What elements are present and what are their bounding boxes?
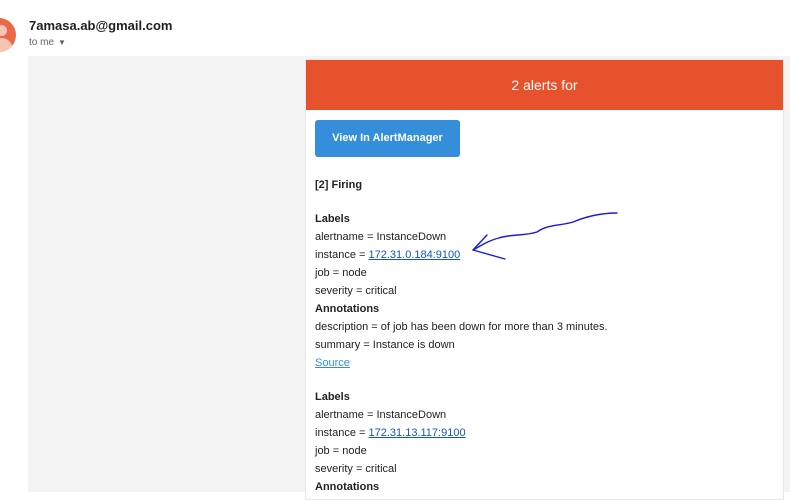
annotations-heading: Annotations (315, 303, 380, 315)
firing-title: [2] Firing (315, 179, 363, 191)
job-label: job = node (315, 445, 367, 457)
source-link[interactable]: Source (315, 357, 350, 369)
alertname-label: alertname = InstanceDown (315, 231, 447, 243)
severity-label: severity = critical (315, 285, 397, 297)
labels-heading: Labels (315, 391, 350, 403)
recipient-label: to me (29, 37, 55, 48)
summary-annotation: summary = Instance is down (315, 339, 455, 351)
alert-email-card: 2 alerts for View In AlertManager [2] Fi… (305, 59, 784, 500)
description-annotation: description = of job has been down for m… (315, 321, 608, 333)
severity-label: severity = critical (315, 463, 397, 475)
instance-label: instance = 172.31.0.184:9100 (315, 246, 783, 264)
labels-heading: Labels (315, 213, 350, 225)
alert-block-2: Labels alertname = InstanceDown instance… (315, 388, 783, 496)
instance-label: instance = 172.31.13.117:9100 (315, 424, 783, 442)
banner-title: 2 alerts for (511, 77, 578, 93)
instance-prefix: instance = (315, 427, 369, 439)
recipient-dropdown[interactable]: to me ▼ (29, 37, 66, 48)
alert-content: View In AlertManager [2] Firing Labels a… (306, 110, 783, 496)
job-label: job = node (315, 267, 367, 279)
alert-block-1: Labels alertname = InstanceDown instance… (315, 210, 783, 372)
avatar-person-icon-head (0, 25, 7, 36)
alert-banner: 2 alerts for (306, 60, 783, 110)
avatar-person-icon-body (0, 38, 12, 52)
instance-prefix: instance = (315, 249, 369, 261)
instance-link[interactable]: 172.31.0.184:9100 (369, 249, 461, 261)
view-in-alertmanager-button[interactable]: View In AlertManager (315, 120, 460, 157)
annotations-heading: Annotations (315, 481, 380, 493)
avatar[interactable] (0, 18, 16, 52)
sender-email[interactable]: 7amasa.ab@gmail.com (29, 18, 172, 33)
alertname-label: alertname = InstanceDown (315, 409, 447, 421)
caret-down-icon: ▼ (58, 38, 66, 47)
instance-link[interactable]: 172.31.13.117:9100 (369, 427, 466, 439)
